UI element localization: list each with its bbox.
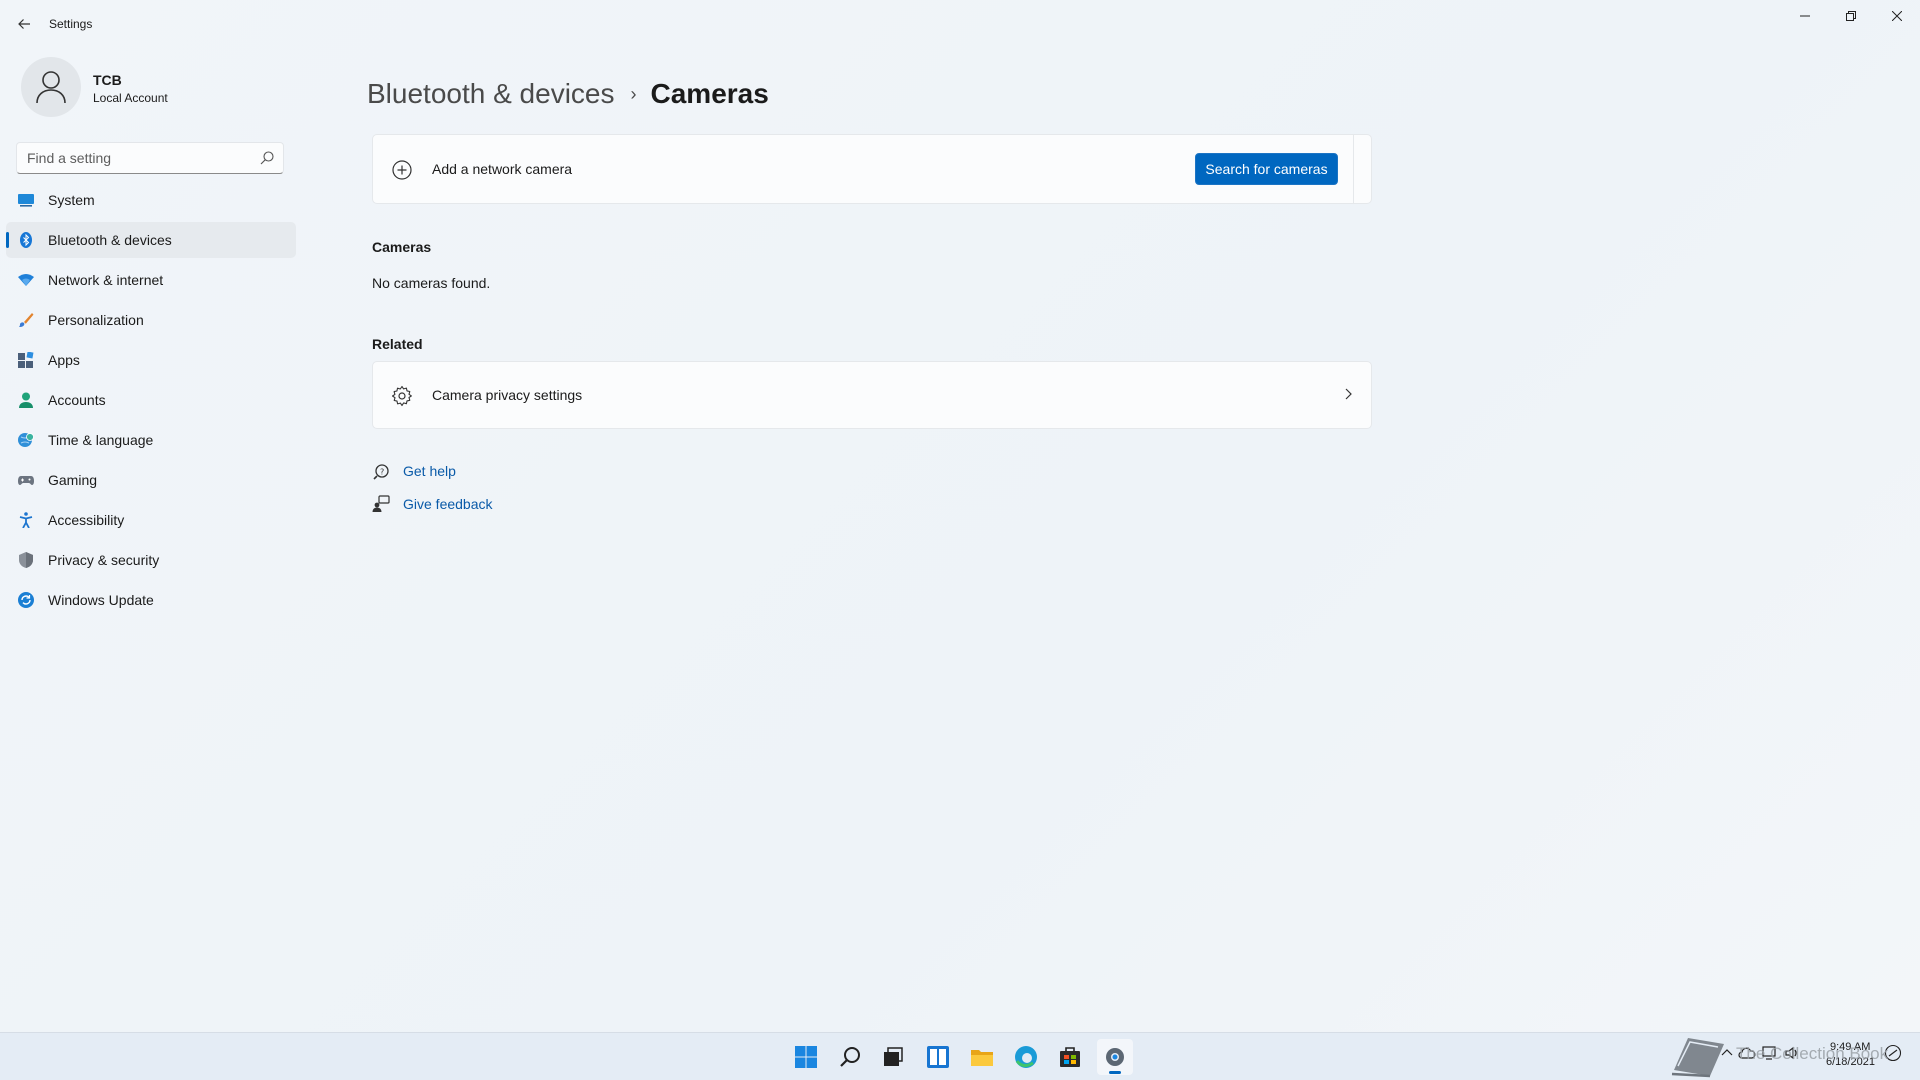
accessibility-icon bbox=[19, 512, 33, 528]
task-view-button[interactable] bbox=[875, 1039, 911, 1075]
app-title: Settings bbox=[49, 17, 93, 31]
search-box[interactable] bbox=[16, 142, 284, 174]
sidebar-item-label: Network & internet bbox=[48, 272, 164, 288]
gear-icon bbox=[1106, 1048, 1124, 1066]
sidebar-item-windows-update[interactable]: Windows Update bbox=[6, 582, 296, 618]
file-explorer-button[interactable] bbox=[964, 1039, 1000, 1075]
settings-app-button[interactable] bbox=[1097, 1039, 1133, 1075]
widgets-icon bbox=[927, 1046, 949, 1068]
back-button[interactable] bbox=[10, 12, 38, 36]
sidebar-item-network-internet[interactable]: Network & internet bbox=[6, 262, 296, 298]
minimize-button[interactable] bbox=[1782, 0, 1828, 32]
apps-icon bbox=[18, 352, 34, 368]
related-section-title: Related bbox=[372, 336, 423, 352]
breadcrumb-parent[interactable]: Bluetooth & devices bbox=[367, 78, 615, 110]
breadcrumb: Bluetooth & devices › Cameras bbox=[367, 78, 769, 110]
search-icon bbox=[260, 151, 274, 165]
account-type: Local Account bbox=[93, 91, 168, 105]
sidebar-item-label: Accounts bbox=[48, 392, 106, 408]
shield-icon bbox=[19, 552, 33, 568]
sidebar-nav: System Bluetooth & devices Network & int… bbox=[6, 182, 296, 622]
chevron-right-icon bbox=[1345, 388, 1352, 400]
sidebar-item-time-language[interactable]: Time & language bbox=[6, 422, 296, 458]
get-help-text[interactable]: Get help bbox=[403, 463, 456, 479]
sidebar-item-label: Windows Update bbox=[48, 592, 154, 608]
avatar[interactable] bbox=[21, 57, 81, 117]
search-icon bbox=[840, 1047, 860, 1067]
person-icon bbox=[19, 392, 33, 408]
watermark-text: The Collection Book bbox=[1736, 1044, 1889, 1063]
widgets-button[interactable] bbox=[920, 1039, 956, 1075]
gear-icon bbox=[391, 385, 412, 407]
edge-icon bbox=[1015, 1046, 1037, 1068]
sidebar-item-label: Privacy & security bbox=[48, 552, 160, 568]
user-icon bbox=[36, 71, 66, 104]
sidebar-item-label: Gaming bbox=[48, 472, 98, 488]
feedback-icon bbox=[372, 495, 390, 512]
add-circle-icon bbox=[392, 160, 412, 180]
system-icon bbox=[18, 194, 34, 207]
taskbar bbox=[0, 1032, 1920, 1080]
maximize-button[interactable] bbox=[1828, 0, 1874, 32]
sidebar-item-label: System bbox=[48, 192, 95, 208]
sidebar-item-system[interactable]: System bbox=[6, 182, 296, 218]
store-icon bbox=[1060, 1047, 1080, 1067]
help-icon: ? bbox=[373, 464, 389, 480]
add-network-camera-card: Add a network camera Search for cameras bbox=[372, 134, 1372, 204]
user-name: TCB bbox=[93, 72, 122, 88]
arrow-left-icon bbox=[18, 19, 30, 29]
minimize-icon bbox=[1800, 15, 1810, 17]
store-button[interactable] bbox=[1052, 1039, 1088, 1075]
give-feedback-link[interactable]: Give feedback bbox=[372, 495, 493, 513]
svg-text:?: ? bbox=[380, 468, 384, 477]
sidebar-item-label: Personalization bbox=[48, 312, 144, 328]
taskbar-search-button[interactable] bbox=[832, 1039, 868, 1075]
sidebar-item-personalization[interactable]: Personalization bbox=[6, 302, 296, 338]
sidebar-item-accounts[interactable]: Accounts bbox=[6, 382, 296, 418]
sidebar-item-apps[interactable]: Apps bbox=[6, 342, 296, 378]
add-network-camera-label: Add a network camera bbox=[432, 161, 573, 177]
globe-clock-icon bbox=[18, 433, 34, 447]
sidebar-item-gaming[interactable]: Gaming bbox=[6, 462, 296, 498]
gamepad-icon bbox=[18, 476, 34, 485]
sidebar-item-privacy-security[interactable]: Privacy & security bbox=[6, 542, 296, 578]
sidebar-item-accessibility[interactable]: Accessibility bbox=[6, 502, 296, 538]
camera-privacy-settings-card[interactable]: Camera privacy settings bbox=[372, 361, 1372, 429]
edge-button[interactable] bbox=[1008, 1039, 1044, 1075]
task-view-icon bbox=[884, 1047, 903, 1066]
sidebar-item-label: Accessibility bbox=[48, 512, 125, 528]
restore-icon bbox=[1846, 11, 1856, 21]
camera-privacy-settings-label: Camera privacy settings bbox=[432, 387, 583, 403]
search-for-cameras-button[interactable]: Search for cameras bbox=[1195, 153, 1338, 185]
cameras-section-title: Cameras bbox=[372, 239, 432, 255]
breadcrumb-separator: › bbox=[630, 83, 637, 104]
windows-logo-icon bbox=[795, 1046, 817, 1068]
sidebar-item-bluetooth-devices[interactable]: Bluetooth & devices bbox=[6, 222, 296, 258]
brush-icon bbox=[19, 313, 34, 327]
give-feedback-text[interactable]: Give feedback bbox=[403, 496, 493, 512]
book-logo-icon bbox=[1671, 1038, 1724, 1078]
close-icon bbox=[1892, 11, 1902, 21]
bluetooth-icon bbox=[20, 232, 32, 248]
get-help-link[interactable]: ? Get help bbox=[372, 462, 456, 480]
folder-icon bbox=[971, 1050, 993, 1066]
card-divider bbox=[1353, 135, 1354, 203]
search-input[interactable] bbox=[17, 143, 247, 173]
no-cameras-message: No cameras found. bbox=[372, 275, 491, 291]
wifi-icon bbox=[18, 274, 34, 286]
start-button[interactable] bbox=[788, 1039, 824, 1075]
page-title: Cameras bbox=[650, 78, 769, 109]
sidebar-item-label: Apps bbox=[48, 352, 80, 368]
close-button[interactable] bbox=[1874, 0, 1920, 32]
settings-window: Settings TCB Local Account S bbox=[0, 0, 1920, 1032]
update-icon bbox=[18, 592, 34, 608]
sidebar-item-label: Time & language bbox=[48, 432, 154, 448]
title-bar: Settings bbox=[0, 0, 1920, 48]
sidebar-item-label: Bluetooth & devices bbox=[48, 232, 172, 248]
